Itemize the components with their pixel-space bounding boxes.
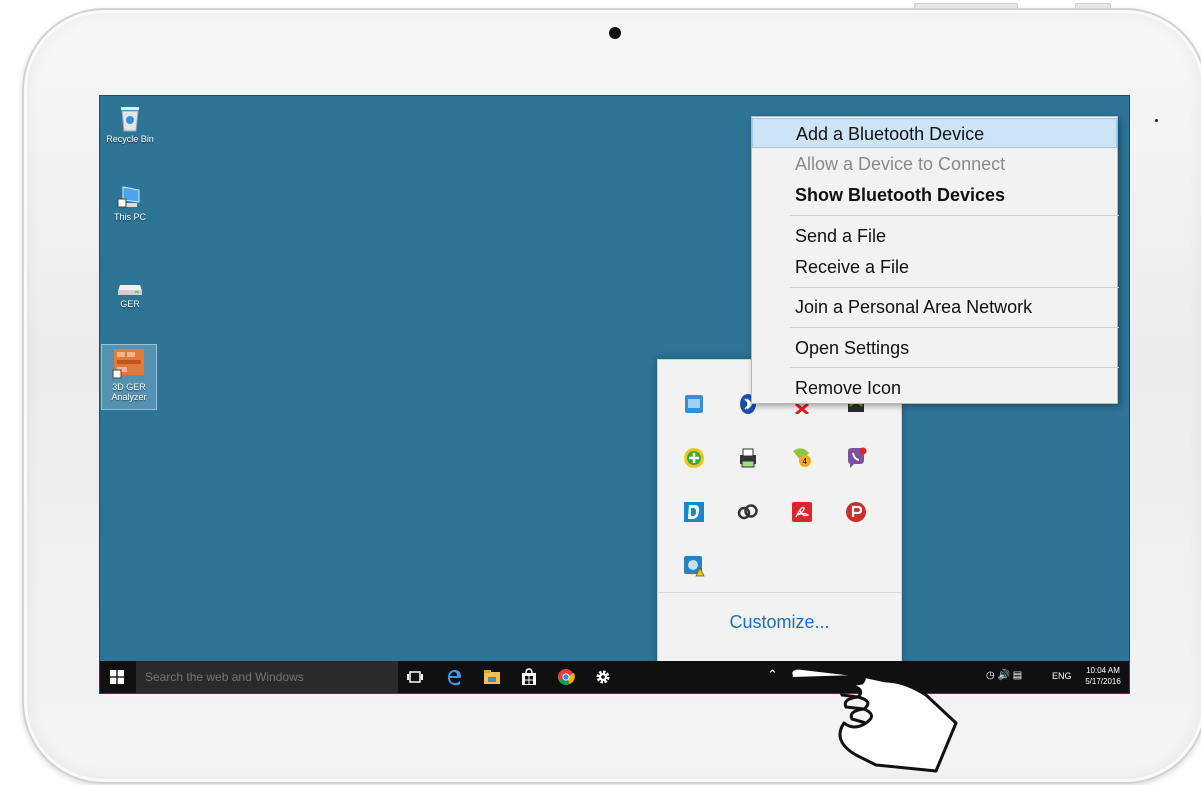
store-icon[interactable]: [520, 668, 538, 686]
menu-item-join-personal-area-network[interactable]: Join a Personal Area Network: [752, 292, 1117, 322]
update-plus-icon[interactable]: [680, 444, 708, 472]
recycle-bin-icon: [121, 107, 139, 132]
pointing-hand-icon: [789, 666, 958, 773]
menu-separator: [790, 367, 1119, 368]
settings-icon[interactable]: [594, 668, 612, 686]
tray-overflow-panel: 4 Customize...: [657, 359, 902, 664]
chat-badge-icon[interactable]: 4: [788, 444, 816, 472]
chrome-icon[interactable]: [557, 668, 575, 686]
bluetooth-context-menu: Add a Bluetooth Device Allow a Device to…: [751, 116, 1119, 404]
desktop-icon-3d-ger-analyzer[interactable]: 3D GER Analyzer: [101, 344, 157, 410]
light-sensor: [1155, 119, 1158, 122]
desktop-icon-recycle-bin[interactable]: Recycle Bin: [102, 104, 158, 144]
desktop-icon-this-pc[interactable]: This PC: [102, 184, 158, 222]
desktop-icon-label: 3D GER Analyzer: [111, 382, 147, 402]
edge-icon[interactable]: [445, 668, 463, 686]
system-tray-icons[interactable]: ◷ 🔊 ▤: [986, 670, 1022, 681]
svg-text:4: 4: [803, 457, 808, 466]
printer-icon[interactable]: [734, 444, 762, 472]
desktop-icon-label: Recycle Bin: [106, 134, 154, 144]
menu-item-remove-icon[interactable]: Remove Icon: [752, 373, 1117, 403]
psiphon-icon[interactable]: [842, 498, 870, 526]
intel-graphics-icon[interactable]: [680, 390, 708, 418]
wifi-icon[interactable]: ◷: [986, 670, 995, 681]
camera-lens: [609, 27, 621, 39]
volume-button: [1075, 3, 1111, 9]
menu-separator: [790, 215, 1119, 216]
acrobat-icon[interactable]: [788, 498, 816, 526]
windows-start-icon[interactable]: [110, 670, 124, 684]
dolby-icon[interactable]: [680, 498, 708, 526]
action-center-icon[interactable]: ▤: [1013, 670, 1022, 681]
menu-separator: [790, 327, 1119, 328]
taskbar-search-input[interactable]: [136, 661, 398, 693]
menu-item-allow-device-to-connect[interactable]: Allow a Device to Connect: [752, 149, 1117, 179]
security-warning-icon[interactable]: [680, 552, 708, 580]
desktop-screen: Recycle Bin This PC GER 3D GER Analyzer: [99, 95, 1130, 694]
viber-icon[interactable]: [842, 444, 870, 472]
customize-link[interactable]: Customize...: [658, 612, 901, 633]
clock-time: 10:04 AM: [1086, 666, 1120, 675]
desktop-icon-label: This PC: [113, 212, 146, 222]
taskbar: ⌃ ◷ 🔊 ▤ ENG 10:04 AM 5/17/2016: [100, 661, 1129, 693]
creative-cloud-icon[interactable]: [734, 498, 762, 526]
power-button: [914, 3, 1018, 9]
language-indicator[interactable]: ENG: [1052, 671, 1072, 681]
task-view-icon[interactable]: [406, 668, 424, 686]
taskbar-clock[interactable]: 10:04 AM 5/17/2016: [1080, 665, 1126, 687]
drive-icon: [118, 285, 142, 295]
computer-icon: [117, 186, 140, 208]
menu-item-open-settings[interactable]: Open Settings: [752, 333, 1117, 363]
volume-icon[interactable]: 🔊: [998, 670, 1010, 681]
tray-separator: [658, 592, 901, 593]
app-shortcut-icon: [112, 349, 144, 379]
menu-item-show-bluetooth-devices[interactable]: Show Bluetooth Devices: [752, 180, 1117, 210]
show-hidden-icons-chevron-icon[interactable]: ⌃: [767, 667, 778, 683]
menu-item-send-file[interactable]: Send a File: [752, 221, 1117, 251]
clock-date: 5/17/2016: [1085, 677, 1121, 686]
desktop-icon-ger-drive[interactable]: GER: [102, 279, 158, 309]
menu-item-add-bluetooth-device[interactable]: Add a Bluetooth Device: [752, 118, 1117, 148]
file-explorer-icon[interactable]: [483, 668, 501, 686]
menu-item-receive-file[interactable]: Receive a File: [752, 252, 1117, 282]
desktop-icon-label: GER: [120, 299, 140, 309]
menu-separator: [790, 287, 1119, 288]
